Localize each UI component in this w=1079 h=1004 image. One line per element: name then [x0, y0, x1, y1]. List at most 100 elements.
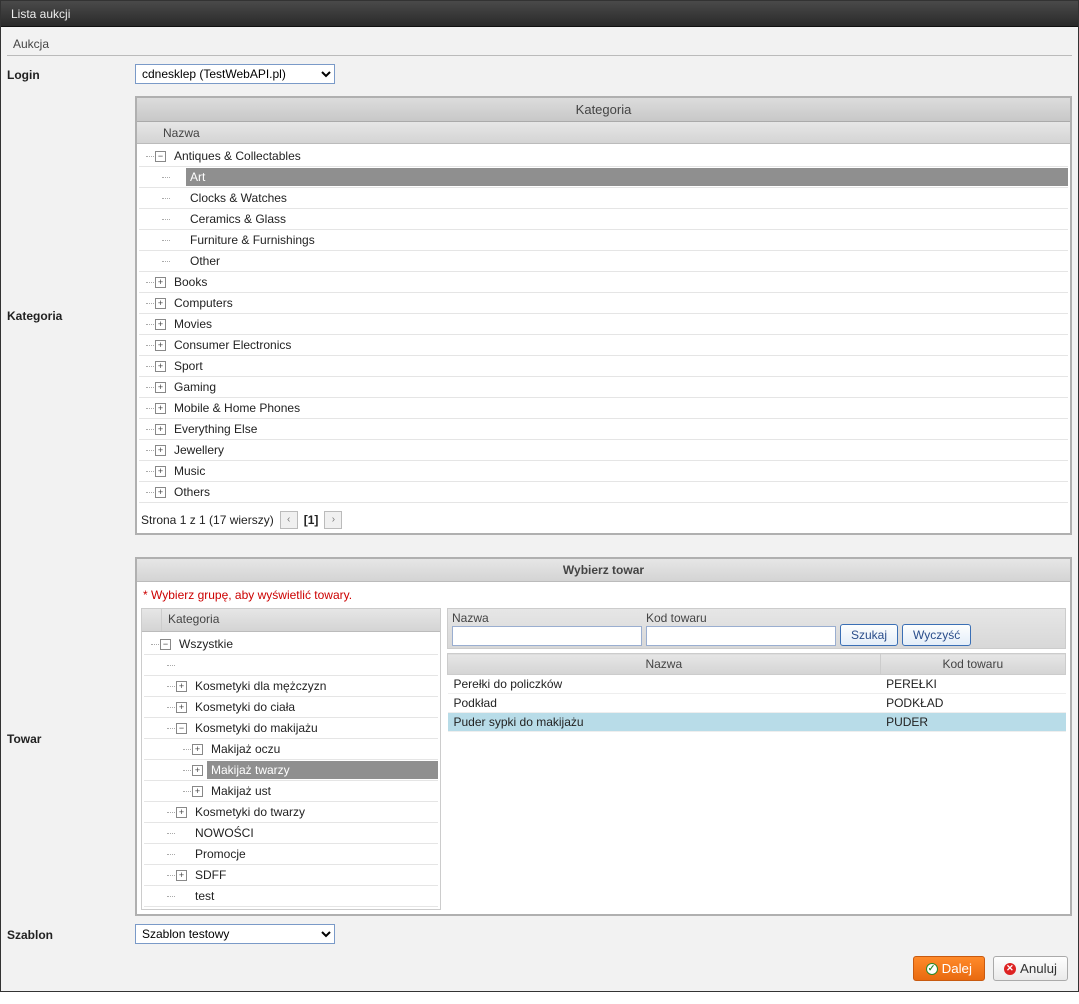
- expand-icon[interactable]: +: [192, 744, 203, 755]
- tree-row[interactable]: + Kosmetyki do ciała: [144, 697, 438, 718]
- login-select[interactable]: cdnesklep (TestWebAPI.pl): [135, 64, 335, 84]
- tree-row[interactable]: Ceramics & Glass: [139, 209, 1068, 230]
- tree-item-label[interactable]: Antiques & Collectables: [170, 147, 1068, 165]
- search-code-input[interactable]: [646, 626, 836, 646]
- expand-icon[interactable]: +: [155, 466, 166, 477]
- tree-item-label[interactable]: NOWOŚCI: [191, 824, 438, 842]
- tree-row[interactable]: + Others: [139, 482, 1068, 503]
- tree-row[interactable]: + Jewellery: [139, 440, 1068, 461]
- tree-row[interactable]: + Kosmetyki dla mężczyzn: [144, 676, 438, 697]
- collapse-icon[interactable]: −: [155, 151, 166, 162]
- towar-panel: Wybierz towar * Wybierz grupę, aby wyświ…: [135, 557, 1072, 916]
- expand-icon[interactable]: +: [155, 403, 166, 414]
- tree-item-label[interactable]: Books: [170, 273, 1068, 291]
- table-row[interactable]: Perełki do policzkówPEREŁKI: [448, 675, 1066, 694]
- cancel-button[interactable]: ✕ Anuluj: [993, 956, 1068, 981]
- tree-row[interactable]: + Makijaż oczu: [144, 739, 438, 760]
- tree-row[interactable]: + Makijaż twarzy: [144, 760, 438, 781]
- tree-row[interactable]: + Books: [139, 272, 1068, 293]
- tree-item-label[interactable]: Computers: [170, 294, 1068, 312]
- table-row[interactable]: Puder sypki do makijażuPUDER: [448, 713, 1066, 732]
- clear-button[interactable]: Wyczyść: [902, 624, 971, 646]
- tree-item-label[interactable]: SDFF: [191, 866, 438, 884]
- tree-item-label[interactable]: Ceramics & Glass: [186, 210, 1068, 228]
- expand-icon[interactable]: +: [155, 361, 166, 372]
- tree-row[interactable]: + Mobile & Home Phones: [139, 398, 1068, 419]
- tree-item-label[interactable]: Furniture & Furnishings: [186, 231, 1068, 249]
- tree-item-label[interactable]: Wszystkie: [175, 635, 438, 653]
- tree-row[interactable]: + Movies: [139, 314, 1068, 335]
- tree-item-label[interactable]: Sport: [170, 357, 1068, 375]
- next-button[interactable]: ✓ Dalej: [913, 956, 985, 981]
- tree-row[interactable]: −Wszystkie: [144, 634, 438, 655]
- tree-row[interactable]: + Consumer Electronics: [139, 335, 1068, 356]
- tree-item-label[interactable]: Music: [170, 462, 1068, 480]
- tree-row[interactable]: Promocje: [144, 844, 438, 865]
- expand-icon[interactable]: +: [155, 445, 166, 456]
- expand-icon[interactable]: +: [155, 277, 166, 288]
- expand-icon[interactable]: +: [155, 340, 166, 351]
- tree-item-label[interactable]: Others: [170, 483, 1068, 501]
- expand-icon[interactable]: +: [192, 765, 203, 776]
- tree-row[interactable]: + Computers: [139, 293, 1068, 314]
- tree-row[interactable]: test: [144, 886, 438, 907]
- tree-item-label[interactable]: Makijaż twarzy: [207, 761, 438, 779]
- search-name-input[interactable]: [452, 626, 642, 646]
- tree-row[interactable]: −Antiques & Collectables: [139, 146, 1068, 167]
- tree-row[interactable]: + Gaming: [139, 377, 1068, 398]
- expand-icon[interactable]: +: [176, 870, 187, 881]
- tree-row[interactable]: Art: [139, 167, 1068, 188]
- tree-item-label[interactable]: Everything Else: [170, 420, 1068, 438]
- tree-row[interactable]: + Sport: [139, 356, 1068, 377]
- pager-next-button[interactable]: ›: [324, 511, 342, 529]
- cancel-icon: ✕: [1004, 963, 1016, 975]
- tree-item-label[interactable]: Movies: [170, 315, 1068, 333]
- tree-row[interactable]: Furniture & Furnishings: [139, 230, 1068, 251]
- tree-row[interactable]: + Kosmetyki do twarzy: [144, 802, 438, 823]
- tree-row[interactable]: Other: [139, 251, 1068, 272]
- tree-item-label[interactable]: Kosmetyki dla mężczyzn: [191, 677, 438, 695]
- expand-icon[interactable]: +: [155, 487, 166, 498]
- tree-item-label[interactable]: Art: [186, 168, 1068, 186]
- tree-item-label[interactable]: Clocks & Watches: [186, 189, 1068, 207]
- collapse-icon[interactable]: −: [176, 723, 187, 734]
- tree-item-label[interactable]: Promocje: [191, 845, 438, 863]
- expand-icon[interactable]: +: [155, 319, 166, 330]
- result-name-cell: Perełki do policzków: [448, 675, 881, 694]
- expand-icon[interactable]: +: [192, 786, 203, 797]
- tree-row[interactable]: Clocks & Watches: [139, 188, 1068, 209]
- tree-item-label[interactable]: Makijaż oczu: [207, 740, 438, 758]
- towar-results-table: Nazwa Kod towaru Perełki do policzkówPER…: [447, 653, 1066, 732]
- tree-item-label[interactable]: Other: [186, 252, 1068, 270]
- pager-prev-button[interactable]: ‹: [280, 511, 298, 529]
- tree-item-label[interactable]: Jewellery: [170, 441, 1068, 459]
- tree-item-label[interactable]: test: [191, 887, 438, 905]
- tree-item-label[interactable]: Mobile & Home Phones: [170, 399, 1068, 417]
- tree-row[interactable]: + Makijaż ust: [144, 781, 438, 802]
- expand-icon[interactable]: +: [155, 298, 166, 309]
- tree-item-label[interactable]: Makijaż ust: [207, 782, 438, 800]
- tree-item-label[interactable]: Kosmetyki do ciała: [191, 698, 438, 716]
- tree-item-label[interactable]: Kosmetyki do twarzy: [191, 803, 438, 821]
- tree-row[interactable]: + Music: [139, 461, 1068, 482]
- login-label: Login: [7, 64, 135, 82]
- expand-icon[interactable]: +: [155, 382, 166, 393]
- tab-aukcja[interactable]: Aukcja: [13, 37, 49, 51]
- tree-item-label[interactable]: Kosmetyki do makijażu: [191, 719, 438, 737]
- tree-row[interactable]: [144, 655, 438, 676]
- tree-item-label[interactable]: [191, 663, 438, 667]
- search-button[interactable]: Szukaj: [840, 624, 898, 646]
- expand-icon[interactable]: +: [176, 807, 187, 818]
- expand-icon[interactable]: +: [176, 702, 187, 713]
- tree-item-label[interactable]: Gaming: [170, 378, 1068, 396]
- szablon-select[interactable]: Szablon testowy: [135, 924, 335, 944]
- tree-row[interactable]: NOWOŚCI: [144, 823, 438, 844]
- table-row[interactable]: PodkładPODKŁAD: [448, 694, 1066, 713]
- tree-row[interactable]: + SDFF: [144, 865, 438, 886]
- expand-icon[interactable]: +: [155, 424, 166, 435]
- tree-row[interactable]: −Kosmetyki do makijażu: [144, 718, 438, 739]
- tree-row[interactable]: + Everything Else: [139, 419, 1068, 440]
- expand-icon[interactable]: +: [176, 681, 187, 692]
- collapse-icon[interactable]: −: [160, 639, 171, 650]
- tree-item-label[interactable]: Consumer Electronics: [170, 336, 1068, 354]
